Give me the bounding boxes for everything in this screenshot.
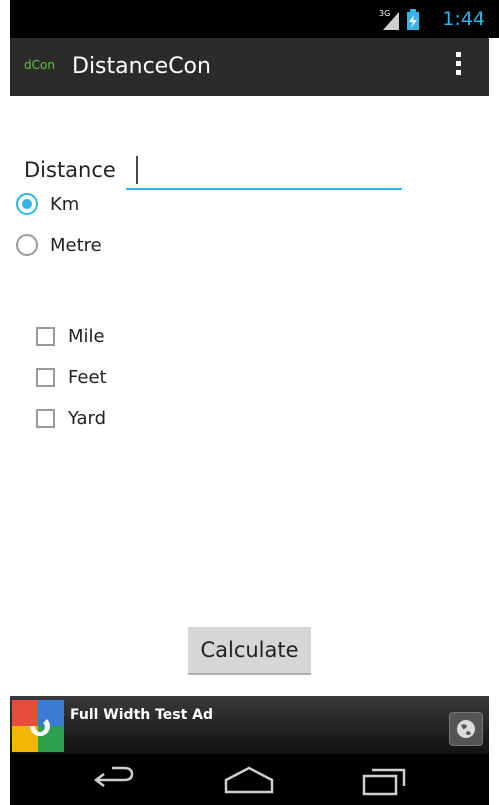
ad-banner[interactable]: Full Width Test Ad xyxy=(10,696,489,754)
google-logo-icon xyxy=(12,700,64,752)
signal-type-label: 3G xyxy=(379,9,390,18)
checkbox-box-feet[interactable] xyxy=(36,368,55,387)
status-icons: 3G xyxy=(379,6,425,36)
main-content: Distance Km Metre Mile Feet Yard Calcula… xyxy=(10,96,489,696)
status-time: 1:44 xyxy=(442,8,485,30)
checkbox-box-yard[interactable] xyxy=(36,409,55,428)
overflow-menu-icon[interactable] xyxy=(455,52,463,78)
checkbox-feet[interactable]: Feet xyxy=(36,367,107,388)
radio-km[interactable]: Km xyxy=(16,193,79,215)
checkbox-box-mile[interactable] xyxy=(36,327,55,346)
checkbox-mile[interactable]: Mile xyxy=(36,326,105,347)
recents-icon[interactable] xyxy=(360,762,410,796)
distance-label: Distance xyxy=(24,158,116,182)
back-icon[interactable] xyxy=(90,762,138,796)
radio-button-km[interactable] xyxy=(16,193,38,215)
radio-button-metre[interactable] xyxy=(16,234,38,256)
home-icon[interactable] xyxy=(222,762,276,796)
calculate-button[interactable]: Calculate xyxy=(188,627,311,675)
status-bar: 3G 1:44 xyxy=(10,0,499,38)
signal-icon: 3G xyxy=(379,9,419,30)
checkbox-yard[interactable]: Yard xyxy=(36,408,106,429)
system-nav-bar xyxy=(10,754,489,805)
radio-metre[interactable]: Metre xyxy=(16,234,102,256)
action-bar: dCon DistanceCon xyxy=(10,38,489,96)
checkbox-yard-label: Yard xyxy=(68,408,107,429)
text-cursor xyxy=(136,156,138,184)
ad-text: Full Width Test Ad xyxy=(70,707,214,723)
checkbox-feet-label: Feet xyxy=(68,367,107,388)
app-icon[interactable]: dCon xyxy=(24,58,55,72)
radio-metre-label: Metre xyxy=(50,234,102,256)
globe-icon[interactable] xyxy=(449,712,483,746)
distance-input[interactable] xyxy=(126,154,402,190)
radio-km-label: Km xyxy=(50,193,80,215)
checkbox-mile-label: Mile xyxy=(68,326,105,347)
app-title: DistanceCon xyxy=(72,54,211,79)
